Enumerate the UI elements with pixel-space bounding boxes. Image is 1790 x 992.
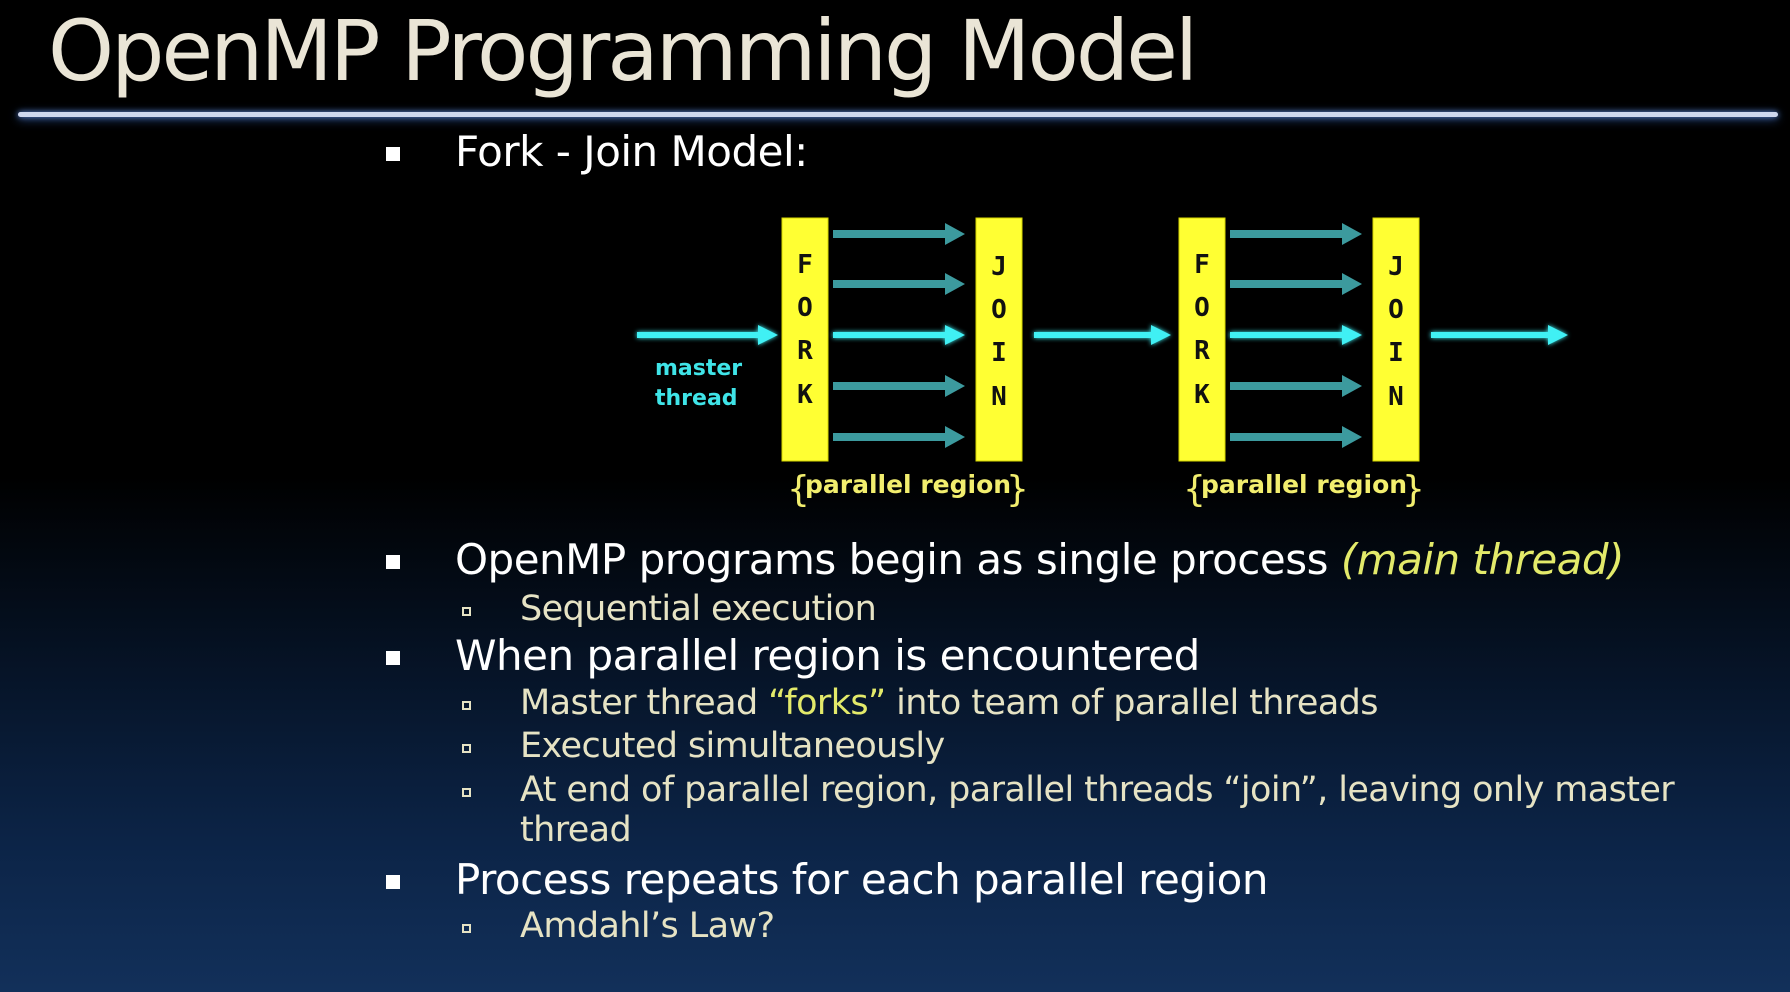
parallel-region-1: F O R K J O I N { parallel region } [781,217,1029,510]
master-label-line2: thread [655,386,738,411]
bullet-text: When parallel region is encountered [455,631,1200,680]
fork-join-diagram: master thread F O R K J O I N { parallel… [637,217,1568,510]
region-label: parallel region [1201,470,1407,499]
thread-arrow [1230,273,1362,295]
fork-letter: F [1194,250,1210,280]
join-letter: J [991,252,1007,282]
join-letter: J [1388,252,1404,282]
bullet-paren: ) [1608,535,1624,584]
join-letter: I [991,338,1007,368]
forks-highlight: “forks” [768,683,886,723]
master-label-line1: master [655,356,742,381]
fork-letter: F [797,250,813,280]
sub-bullet-hollow-square-icon [462,700,471,710]
master-thread-arrow-mid [1034,325,1171,345]
join-letter: I [1388,338,1404,368]
sub-bullet-hollow-square-icon [462,923,471,933]
sub-text-pre: Master thread [520,683,769,723]
fork-letter: O [797,293,813,323]
sub-bullet-text: Sequential execution [520,589,877,629]
bullet-text: Process repeats for each parallel region [455,855,1268,904]
bullet-main-text: OpenMP programs begin as single process [455,535,1341,584]
thread-arrow [1230,223,1362,245]
join-letter: N [991,382,1007,412]
sub-bullet-text: Executed simultaneously [520,726,945,766]
slide: OpenMP Programming Model Fork - Join Mod… [0,0,1790,992]
join-letter: N [1388,382,1404,412]
sub-bullet-hollow-square-icon [462,743,471,753]
sub-text-post: into team of parallel threads [885,683,1378,723]
sub-bullet-hollow-square-icon [462,606,471,616]
master-thread-arrow-in [637,325,778,345]
bullet-paren: ( [1340,535,1357,584]
region-label: parallel region [805,470,1011,499]
fork-letter: K [797,380,813,410]
bullet-square-icon [386,147,400,162]
thread-arrow [833,426,965,448]
title-underline [18,112,1778,117]
bullet-square-icon [386,651,400,666]
thread-arrows [833,223,965,448]
fork-letter: K [1194,380,1210,410]
parallel-region-2: F O R K J O I N { parallel region } [1178,217,1425,510]
fork-letter: R [797,336,813,366]
sub-bullet-text: At end of parallel region, parallel thre… [520,770,1675,810]
main-thread-highlight: main thread [1356,535,1609,584]
sub-bullet-text: thread [520,810,632,850]
thread-arrows [1230,223,1362,448]
thread-arrow [833,375,965,397]
thread-arrow-master [833,325,965,345]
fork-letter: O [1194,293,1210,323]
region-brace-close: } [1402,469,1425,510]
bullet-square-icon [386,875,400,890]
fork-letter: R [1194,336,1210,366]
sub-bullet-text: Amdahl’s Law? [520,906,775,946]
bullet-text: OpenMP programs begin as single process … [455,535,1624,584]
sub-bullet-text: Master thread “forks” into team of paral… [520,683,1379,723]
slide-title: OpenMP Programming Model [48,2,1198,100]
join-letter: O [1388,295,1404,325]
sub-bullet-hollow-square-icon [462,787,471,797]
bullet-square-icon [386,555,400,570]
master-thread-arrow-out [1431,325,1568,345]
thread-arrow [1230,375,1362,397]
bullet-text: Fork - Join Model: [455,127,808,176]
thread-arrow [833,273,965,295]
thread-arrow-master [1230,325,1362,345]
join-letter: O [991,295,1007,325]
thread-arrow [1230,426,1362,448]
thread-arrow [833,223,965,245]
region-brace-close: } [1006,469,1029,510]
